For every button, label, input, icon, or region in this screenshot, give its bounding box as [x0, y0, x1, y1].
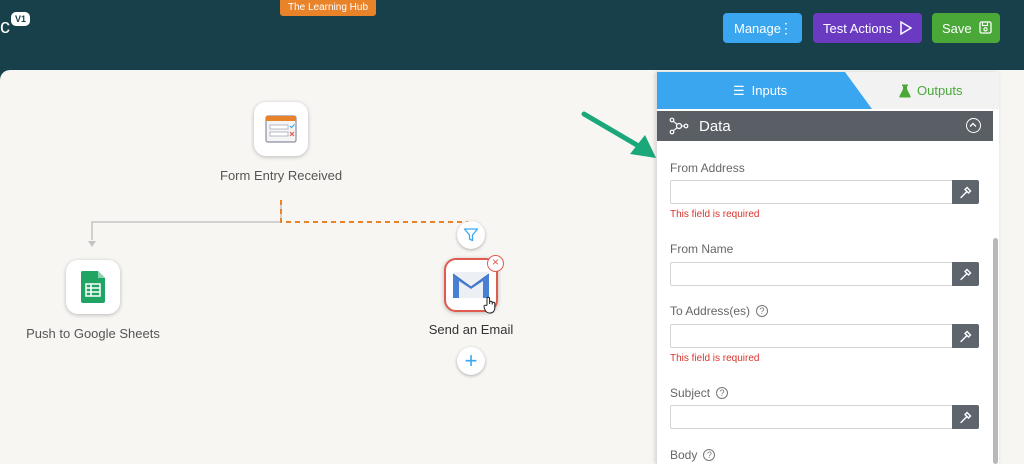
subject-label-text: Subject — [670, 386, 711, 400]
tab-inputs-label: Inputs — [751, 83, 788, 98]
from-address-label-text: From Address — [670, 161, 745, 175]
from-address-label: From Address — [670, 161, 745, 175]
from-address-error: This field is required — [670, 209, 760, 220]
data-section-title: Data — [699, 117, 731, 135]
google-sheets-node[interactable]: Push to Google Sheets — [22, 260, 164, 341]
save-button[interactable]: Save — [932, 13, 1000, 43]
google-sheets-icon — [80, 271, 105, 303]
hand-cursor-icon — [483, 296, 496, 314]
to-address-error: This field is required — [670, 353, 760, 364]
sheets-node-box[interactable] — [66, 260, 120, 314]
body-label: Body ? — [670, 448, 716, 462]
close-icon[interactable]: × — [487, 255, 504, 272]
tab-outputs-label: Outputs — [917, 83, 963, 98]
help-icon[interactable]: ? — [703, 449, 716, 461]
tab-outputs[interactable]: Outputs — [887, 72, 963, 109]
subject-input[interactable] — [670, 405, 952, 429]
hammer-icon — [960, 411, 972, 423]
data-nodes-icon — [669, 117, 689, 135]
help-icon[interactable]: ? — [716, 387, 729, 399]
panel-scrollbar[interactable] — [993, 238, 998, 464]
subject-label: Subject ? — [670, 386, 729, 400]
from-name-tool-button[interactable] — [952, 262, 979, 286]
subject-tool-button[interactable] — [952, 405, 979, 429]
app-header: c V1 The Learning Hub Manage ⋮ Test Acti… — [0, 0, 1024, 70]
play-icon — [900, 21, 912, 35]
help-icon[interactable]: ? — [756, 305, 769, 317]
from-address-tool-button[interactable] — [952, 180, 979, 204]
from-name-input[interactable] — [670, 262, 952, 286]
hammer-icon — [960, 186, 972, 198]
form-entry-node[interactable]: Form Entry Received — [220, 102, 342, 183]
step-config-panel: ☰ Inputs Outputs Data From Address This … — [656, 72, 999, 464]
form-entry-label: Form Entry Received — [220, 168, 343, 183]
send-email-label: Send an Email — [428, 322, 514, 337]
google-sheets-label: Push to Google Sheets — [26, 326, 160, 341]
test-actions-label: Test Actions — [823, 20, 893, 36]
to-address-input[interactable] — [670, 324, 952, 348]
workflow-title: c — [0, 16, 10, 38]
panel-tabs: ☰ Inputs Outputs — [657, 72, 999, 109]
from-name-label: From Name — [670, 242, 733, 256]
more-vertical-icon: ⋮ — [779, 20, 793, 36]
flask-icon — [899, 84, 911, 98]
chevron-up-icon[interactable] — [966, 118, 981, 133]
from-address-input[interactable] — [670, 180, 952, 204]
green-arrow-icon — [581, 111, 656, 158]
floppy-disk-icon — [979, 21, 992, 34]
hammer-icon — [960, 330, 972, 342]
list-icon: ☰ — [733, 82, 745, 98]
manage-button[interactable]: Manage ⋮ — [723, 13, 802, 43]
manage-button-label: Manage — [734, 20, 781, 36]
form-node-box[interactable] — [254, 102, 308, 156]
plus-icon: + — [464, 348, 478, 373]
to-address-label-text: To Address(es) — [670, 304, 751, 318]
form-icon — [265, 115, 297, 143]
body-label-text: Body — [670, 448, 698, 462]
add-step-button[interactable]: + — [457, 347, 485, 375]
hammer-icon — [960, 268, 972, 280]
test-actions-button[interactable]: Test Actions — [813, 13, 922, 43]
learning-hub-badge[interactable]: The Learning Hub — [280, 0, 376, 16]
data-section-header[interactable]: Data — [657, 111, 993, 141]
tab-inputs[interactable]: ☰ Inputs — [657, 72, 872, 109]
version-badge: V1 — [11, 12, 31, 26]
to-address-tool-button[interactable] — [952, 324, 979, 348]
from-name-label-text: From Name — [670, 242, 734, 256]
filter-icon — [463, 228, 479, 242]
send-email-node[interactable]: × Send an Email — [425, 255, 517, 337]
filter-button[interactable] — [457, 221, 485, 249]
to-address-label: To Address(es) ? — [670, 304, 769, 318]
save-label: Save — [942, 20, 972, 36]
